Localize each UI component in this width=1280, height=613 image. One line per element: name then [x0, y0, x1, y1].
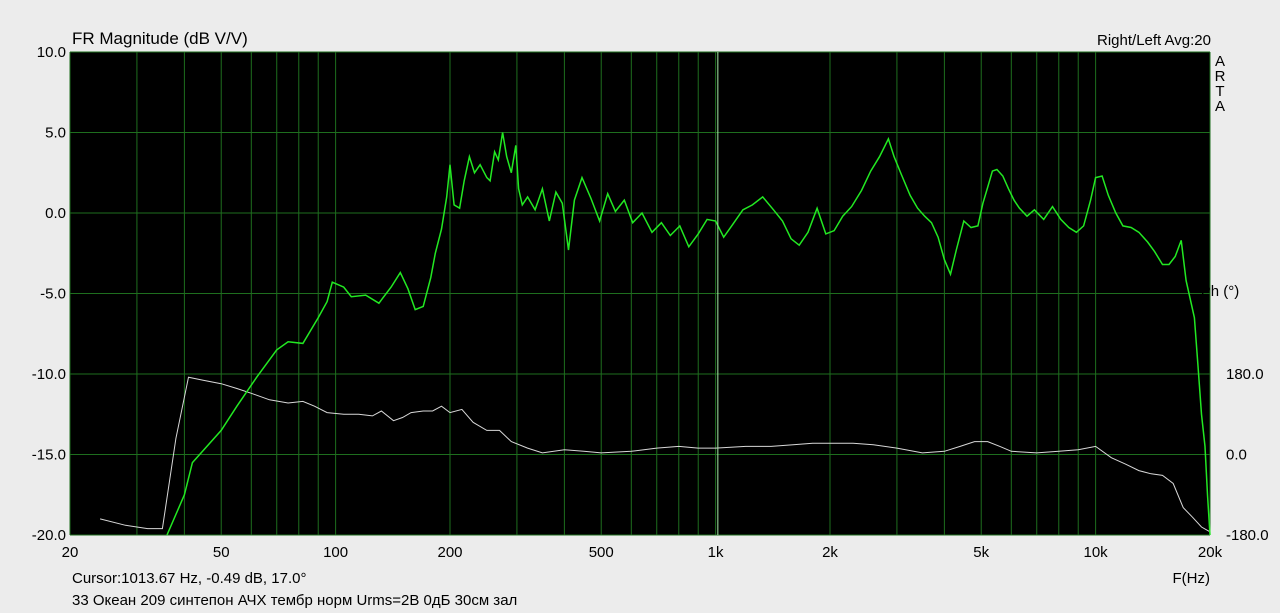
phase-tick-label: -180.0 — [1226, 527, 1269, 544]
y-tick-label: -15.0 — [32, 447, 66, 464]
y-tick-label: -20.0 — [32, 527, 66, 544]
x-tick-label: 20k — [1198, 544, 1223, 561]
brand-letters: ARTA — [1215, 53, 1226, 115]
cursor-readout: Cursor:1013.67 Hz, -0.49 dB, 17.0° — [72, 570, 306, 587]
x-tick-label: 10k — [1084, 544, 1109, 561]
x-tick-label: 50 — [213, 544, 230, 561]
y-tick-label: 0.0 — [45, 205, 66, 222]
brand-letter: A — [1215, 98, 1225, 115]
x-tick-label: 500 — [589, 544, 614, 561]
x-tick-label: 200 — [437, 544, 462, 561]
x-tick-label: 2k — [822, 544, 838, 561]
chart-title: FR Magnitude (dB V/V) — [72, 29, 248, 48]
x-axis-label: F(Hz) — [1173, 570, 1211, 587]
header-right: Right/Left Avg:20 — [1097, 32, 1211, 49]
caption: 33 Океан 209 синтепон АЧХ тембр норм Urm… — [72, 592, 517, 609]
phase-axis-label: Ph (°) — [1201, 283, 1240, 300]
x-tick-label: 1k — [708, 544, 724, 561]
phase-tick-label: 180.0 — [1226, 366, 1264, 383]
x-tick-label: 5k — [973, 544, 989, 561]
y-tick-label: -10.0 — [32, 366, 66, 383]
y-tick-label: 10.0 — [37, 44, 66, 61]
x-tick-label: 20 — [62, 544, 79, 561]
phase-tick-label: 0.0 — [1226, 447, 1247, 464]
y-tick-label: -5.0 — [40, 286, 66, 303]
x-tick-label: 100 — [323, 544, 348, 561]
chart: 20 50 100 200 500 1k 2k 5k 10k 20k 10.0 5.0 0.0 -5.0 -… — [32, 29, 1269, 609]
y-tick-label: 5.0 — [45, 125, 66, 142]
